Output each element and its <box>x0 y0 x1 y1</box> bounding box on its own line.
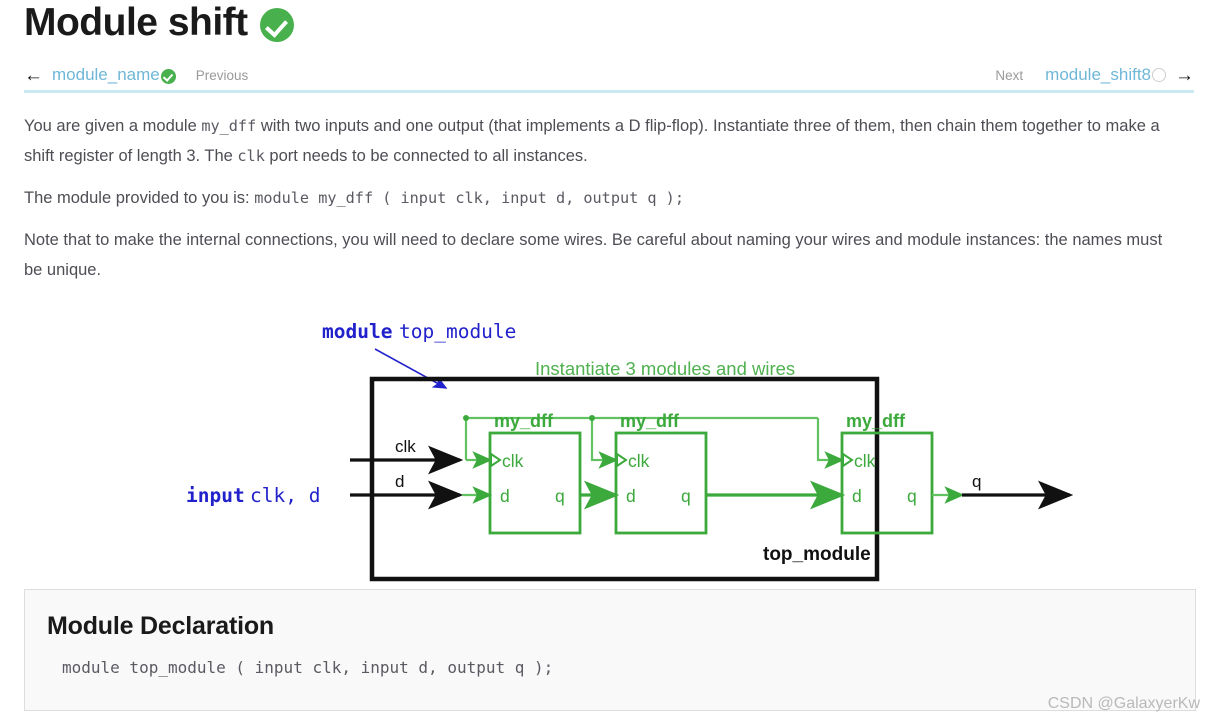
my-dff-3-clk-label: clk <box>854 451 876 471</box>
my-dff-2-d-label: d <box>626 486 636 506</box>
page-root: Module shift ← module_name Previous Next… <box>0 0 1218 721</box>
my-dff-1-q-label: q <box>555 486 565 506</box>
p1-code-my-dff: my_dff <box>201 117 257 135</box>
my-dff-1-name: my_dff <box>494 411 554 431</box>
nav-next-group[interactable]: Next module_shift8 → <box>995 65 1194 85</box>
solved-check-icon <box>259 8 294 43</box>
diagram-input-ports: clk, d <box>250 484 320 507</box>
p1-text-3: port needs to be connected to all instan… <box>264 147 588 165</box>
my-dff-3-name: my_dff <box>846 411 906 431</box>
my-dff-2-box <box>614 431 708 535</box>
diagram-module-name: top_module <box>399 320 516 343</box>
p2-text-1: The module provided to you is: <box>24 189 255 207</box>
nav-previous-group[interactable]: ← module_name Previous <box>24 65 248 85</box>
clk-junction-2 <box>589 415 595 421</box>
clk-junction-1 <box>463 415 469 421</box>
my-dff-block-3: my_dff clk d q <box>840 411 934 535</box>
p3-text-1: Note that to make the internal connectio… <box>24 231 1163 279</box>
clk-branch-3 <box>816 418 845 469</box>
my-dff-1-clk-label: clk <box>502 451 524 471</box>
arrow-right-icon[interactable]: → <box>1175 66 1194 85</box>
description-paragraph-2: The module provided to you is: module my… <box>24 183 1172 213</box>
clk-branch-2 <box>590 418 619 469</box>
nav-next-label: Next <box>995 67 1024 83</box>
my-dff-2-name: my_dff <box>620 411 680 431</box>
my-dff-block-2: my_dff clk d q <box>614 411 708 535</box>
my-dff-1-clk-marker <box>490 452 502 468</box>
my-dff-3-box <box>840 431 934 535</box>
my-dff-3-q-label: q <box>907 486 917 506</box>
description-paragraph-1: You are given a module my_dff with two i… <box>24 111 1172 171</box>
watermark: CSDN @GalaxyerKw <box>1047 695 1200 712</box>
my-dff-2-clk-label: clk <box>628 451 650 471</box>
wire-label-q: q <box>972 472 981 491</box>
shift-register-diagram: module top_module Instantiate 3 modules … <box>150 305 1090 590</box>
next-unsolved-circle-icon <box>1152 68 1166 82</box>
module-declaration-panel: Module Declaration module top_module ( i… <box>24 589 1196 711</box>
my-dff-2-q-label: q <box>681 486 691 506</box>
p1-code-clk: clk <box>237 147 265 165</box>
module-declaration-code: module top_module ( input clk, input d, … <box>62 658 554 677</box>
p1-text-1: You are given a module <box>24 117 202 135</box>
page-title-row: Module shift <box>24 1 294 45</box>
description-paragraph-3: Note that to make the internal connectio… <box>24 225 1172 285</box>
diagram-module-keyword: module <box>322 320 392 343</box>
my-dff-1-box <box>488 431 582 535</box>
wire-label-d: d <box>395 472 404 491</box>
my-dff-1-d-label: d <box>500 486 510 506</box>
my-dff-2-clk-marker <box>616 452 628 468</box>
my-dff-3-clk-marker <box>842 452 854 468</box>
previous-solved-check-icon <box>160 68 176 84</box>
nav-divider <box>24 90 1194 93</box>
nav-previous-label: Previous <box>195 67 249 83</box>
p2-code-module-decl: module my_dff ( input clk, input d, outp… <box>254 189 684 207</box>
diagram-pointer-arrow <box>374 348 448 389</box>
arrow-left-icon[interactable]: ← <box>24 66 43 85</box>
problem-nav: ← module_name Previous Next module_shift… <box>24 62 1194 88</box>
wire-label-clk: clk <box>395 437 416 456</box>
nav-next-link[interactable]: module_shift8 <box>1045 65 1151 85</box>
nav-previous-link[interactable]: module_name <box>52 65 160 85</box>
page-title: Module shift <box>24 1 248 44</box>
my-dff-3-d-label: d <box>852 486 862 506</box>
diagram-input-keyword: input <box>186 484 245 507</box>
module-declaration-title: Module Declaration <box>47 612 274 640</box>
top-module-box-label: top_module <box>763 544 871 565</box>
diagram-annotation: Instantiate 3 modules and wires <box>535 358 795 379</box>
my-dff-block-1: my_dff clk d q <box>488 411 582 535</box>
